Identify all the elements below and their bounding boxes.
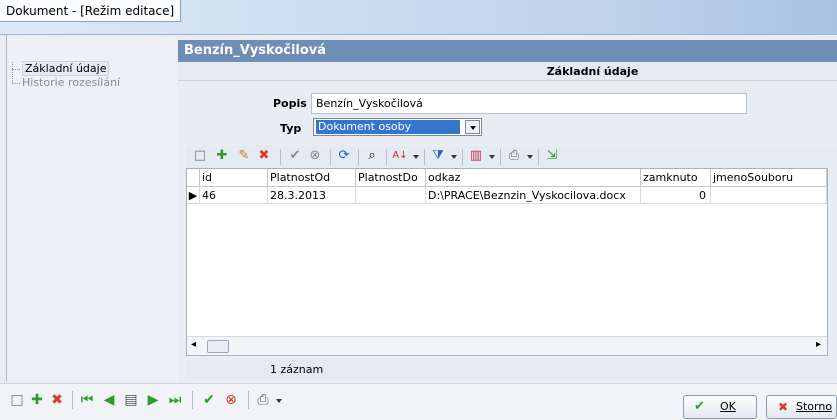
- last-record-icon[interactable]: ⏭: [166, 391, 184, 409]
- toolbar-separator: [358, 149, 359, 165]
- chevron-down-icon[interactable]: [465, 120, 480, 134]
- new-doc-icon[interactable]: □: [192, 148, 208, 164]
- record-count: 1 záznam: [270, 363, 324, 376]
- storno-button[interactable]: ✖ Storno: [766, 395, 837, 419]
- column-header-zamknuto[interactable]: zamknuto: [641, 169, 711, 187]
- check-icon: ✔: [694, 399, 705, 414]
- toolbar-separator: [462, 149, 463, 165]
- export-icon[interactable]: ⇲: [544, 148, 560, 164]
- delete-icon[interactable]: ✖: [48, 391, 66, 409]
- page-title: Benzín_Vyskočilová: [178, 40, 837, 62]
- scroll-left-icon[interactable]: ◂: [191, 339, 196, 350]
- typ-label: Typ: [280, 122, 302, 135]
- scrollbar-thumb[interactable]: [207, 340, 229, 353]
- chevron-down-icon[interactable]: [527, 155, 533, 159]
- nav-item-historie-rozesilani[interactable]: Historie rozesílání: [12, 76, 120, 90]
- edit-icon[interactable]: ✎: [236, 148, 252, 164]
- prev-record-icon[interactable]: ◀: [100, 391, 118, 409]
- next-record-icon[interactable]: ▶: [144, 391, 162, 409]
- window-title: Dokument - [Režim editace]: [0, 0, 182, 22]
- chevron-down-icon[interactable]: [451, 155, 457, 159]
- toolbar-separator: [248, 391, 249, 409]
- cancel-icon[interactable]: ⊗: [222, 391, 240, 409]
- popis-label: Popis: [273, 97, 307, 110]
- toolbar-separator: [500, 149, 501, 165]
- current-row-indicator-icon: ▶: [187, 187, 200, 204]
- toolbar-separator: [192, 391, 193, 409]
- column-header-jmenosouboru[interactable]: jmenoSouboru: [711, 169, 827, 187]
- chevron-down-icon[interactable]: [413, 155, 419, 159]
- column-header-odkaz[interactable]: odkaz: [426, 169, 641, 187]
- find-icon[interactable]: ⌕: [364, 148, 380, 164]
- add-icon[interactable]: ✚: [28, 391, 46, 409]
- ok-button[interactable]: ✔ OK: [683, 395, 757, 419]
- cancel-icon[interactable]: ⊗: [307, 148, 323, 164]
- record-icon[interactable]: ▤: [122, 391, 140, 409]
- toolbar-separator: [72, 391, 73, 409]
- chevron-down-icon[interactable]: [276, 399, 282, 403]
- toolbar-separator: [330, 149, 331, 165]
- popis-input[interactable]: Benzín_Vyskočilová: [311, 93, 747, 114]
- table-cell[interactable]: D:\PRACE\Beznzin_Vyskocilova.docx: [426, 187, 641, 204]
- grid-footer: 1 záznam: [186, 360, 837, 380]
- nav-item-label: Historie rozesílání: [22, 76, 121, 89]
- table-cell[interactable]: 0: [641, 187, 711, 204]
- delete-icon[interactable]: ✖: [256, 148, 272, 164]
- storno-label: Storno: [796, 400, 833, 413]
- table-cell[interactable]: [711, 187, 827, 204]
- nav-item-label: Základní údaje: [22, 61, 110, 76]
- check-icon[interactable]: ✔: [287, 148, 303, 164]
- table-cell[interactable]: 46: [200, 187, 268, 204]
- toolbar-separator: [386, 149, 387, 165]
- toolbar-separator: [538, 149, 539, 165]
- new-doc-icon[interactable]: □: [8, 391, 26, 409]
- refresh-icon[interactable]: ⟳: [336, 148, 352, 164]
- horizontal-scrollbar[interactable]: ◂ ▸: [187, 336, 827, 355]
- typ-select[interactable]: Dokument osoby: [313, 118, 482, 136]
- close-icon: ✖: [778, 400, 789, 414]
- chevron-down-icon[interactable]: [489, 155, 495, 159]
- nav-item-zakladni-udaje[interactable]: Základní údaje: [12, 61, 120, 76]
- row-indicator-header: [187, 169, 200, 187]
- scroll-right-icon[interactable]: ▸: [816, 339, 821, 350]
- toolbar-separator: [424, 149, 425, 165]
- filter-icon[interactable]: ⧩: [430, 148, 446, 164]
- typ-select-value: Dokument osoby: [316, 120, 460, 134]
- nav-tree: Základní údaje Historie rozesílání: [12, 61, 120, 90]
- documents-grid[interactable]: id PlatnostOd PlatnostDo odkaz zamknuto …: [186, 168, 828, 356]
- toolbar-separator: [280, 149, 281, 165]
- print-icon[interactable]: ⎙: [254, 391, 272, 409]
- first-record-icon[interactable]: ⏮: [78, 391, 96, 409]
- column-header-platnostod[interactable]: PlatnostOd: [268, 169, 356, 187]
- section-title: Základní údaje: [178, 63, 837, 81]
- window-titlebar: Dokument - [Režim editace]: [0, 0, 837, 35]
- print-icon[interactable]: ⎙: [506, 148, 522, 164]
- table-cell[interactable]: [356, 187, 426, 204]
- sort-icon[interactable]: A↓: [392, 148, 408, 164]
- table-cell[interactable]: 28.3.2013: [268, 187, 356, 204]
- columns-icon[interactable]: ▥: [468, 148, 484, 164]
- confirm-icon[interactable]: ✔: [200, 391, 218, 409]
- column-header-platnostdo[interactable]: PlatnostDo: [356, 169, 426, 187]
- ok-label: OK: [720, 400, 736, 413]
- add-icon[interactable]: ✚: [214, 148, 230, 164]
- column-header-id[interactable]: id: [200, 169, 268, 187]
